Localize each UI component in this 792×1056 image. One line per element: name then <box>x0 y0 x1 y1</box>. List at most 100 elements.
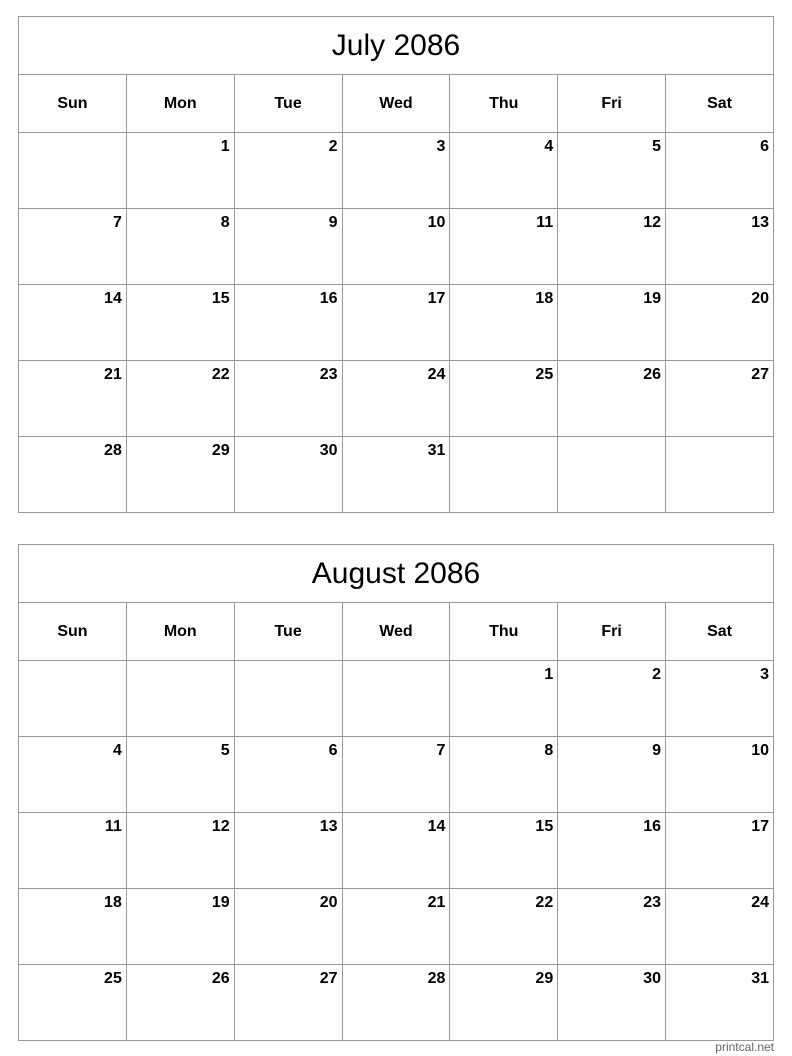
day-cell <box>233 660 343 737</box>
day-cell: 24 <box>341 360 451 437</box>
day-cell: 31 <box>665 964 774 1041</box>
day-cell: 9 <box>233 208 343 285</box>
day-cell: 11 <box>18 812 127 889</box>
day-number: 27 <box>751 366 769 383</box>
day-number: 22 <box>211 366 230 383</box>
day-number: 9 <box>652 742 662 759</box>
day-number: 15 <box>211 290 230 307</box>
day-number: 3 <box>436 138 446 155</box>
day-number: 5 <box>220 742 230 759</box>
weekday-label: Mon <box>125 602 235 661</box>
weekday-label: Wed <box>341 74 451 133</box>
day-cell: 15 <box>449 812 559 889</box>
day-number: 5 <box>652 138 662 155</box>
footer-credit: printcal.net <box>715 1040 774 1054</box>
day-cell: 8 <box>449 736 559 813</box>
weekday-label: Mon <box>125 74 235 133</box>
day-cell: 31 <box>341 436 451 513</box>
day-cell: 22 <box>449 888 559 965</box>
day-number: 25 <box>104 970 122 987</box>
week-row: 11 12 13 14 15 16 17 <box>18 812 774 889</box>
day-cell: 25 <box>449 360 559 437</box>
week-row: 25 26 27 28 29 30 31 <box>18 964 774 1041</box>
day-number: 14 <box>104 290 122 307</box>
day-cell <box>18 660 127 737</box>
day-number: 14 <box>427 818 446 835</box>
day-cell: 22 <box>125 360 235 437</box>
day-number: 1 <box>544 666 554 683</box>
day-cell: 4 <box>449 132 559 209</box>
day-cell: 21 <box>18 360 127 437</box>
calendar-august: August 2086 Sun Mon Tue Wed Thu Fri Sat … <box>18 544 774 1041</box>
day-cell: 5 <box>125 736 235 813</box>
day-cell: 3 <box>665 660 774 737</box>
day-number: 18 <box>104 894 122 911</box>
week-row: 21 22 23 24 25 26 27 <box>18 360 774 437</box>
day-cell: 2 <box>233 132 343 209</box>
day-number: 23 <box>319 366 338 383</box>
day-number: 2 <box>328 138 338 155</box>
day-number: 12 <box>211 818 230 835</box>
day-number: 10 <box>427 214 446 231</box>
day-cell: 20 <box>665 284 774 361</box>
day-cell: 11 <box>449 208 559 285</box>
day-number <box>122 669 126 674</box>
day-number: 19 <box>643 290 662 307</box>
day-number: 31 <box>427 442 446 459</box>
day-number: 16 <box>643 818 662 835</box>
weekday-label: Fri <box>557 602 667 661</box>
weekday-label: Wed <box>341 602 451 661</box>
day-number: 23 <box>643 894 662 911</box>
weekday-label: Sun <box>18 74 127 133</box>
day-number: 15 <box>535 818 554 835</box>
day-number: 17 <box>751 818 769 835</box>
day-cell <box>18 132 127 209</box>
day-cell: 24 <box>665 888 774 965</box>
day-number: 12 <box>643 214 662 231</box>
day-number: 7 <box>436 742 446 759</box>
day-cell: 26 <box>125 964 235 1041</box>
day-cell: 1 <box>449 660 559 737</box>
day-cell: 12 <box>557 208 667 285</box>
day-number: 21 <box>427 894 446 911</box>
day-number: 28 <box>104 442 122 459</box>
week-row: 1 2 3 4 5 6 <box>18 132 774 209</box>
week-row: 28 29 30 31 <box>18 436 774 513</box>
day-number: 4 <box>112 742 122 759</box>
day-number: 11 <box>536 214 554 231</box>
day-cell: 4 <box>18 736 127 813</box>
weekday-label: Tue <box>233 602 343 661</box>
day-number: 31 <box>751 970 769 987</box>
day-number: 13 <box>751 214 769 231</box>
day-cell: 3 <box>341 132 451 209</box>
day-number: 29 <box>211 442 230 459</box>
weekday-label: Sat <box>665 602 774 661</box>
day-number: 17 <box>427 290 446 307</box>
day-number: 24 <box>751 894 769 911</box>
day-number: 29 <box>535 970 554 987</box>
day-number: 3 <box>760 666 769 683</box>
day-number: 8 <box>544 742 554 759</box>
week-row: 1 2 3 <box>18 660 774 737</box>
day-number: 2 <box>652 666 662 683</box>
day-cell: 23 <box>233 360 343 437</box>
day-cell: 7 <box>18 208 127 285</box>
day-cell: 7 <box>341 736 451 813</box>
day-cell: 20 <box>233 888 343 965</box>
day-cell: 28 <box>341 964 451 1041</box>
day-number <box>661 445 665 450</box>
day-cell: 30 <box>557 964 667 1041</box>
day-cell <box>557 436 667 513</box>
day-cell: 14 <box>18 284 127 361</box>
day-number: 19 <box>211 894 230 911</box>
day-number: 22 <box>535 894 554 911</box>
day-number <box>553 445 557 450</box>
day-cell: 26 <box>557 360 667 437</box>
day-number: 18 <box>535 290 554 307</box>
day-cell <box>341 660 451 737</box>
day-number: 7 <box>112 214 122 231</box>
day-cell: 25 <box>18 964 127 1041</box>
day-cell: 27 <box>665 360 774 437</box>
day-number: 20 <box>751 290 769 307</box>
day-cell: 14 <box>341 812 451 889</box>
